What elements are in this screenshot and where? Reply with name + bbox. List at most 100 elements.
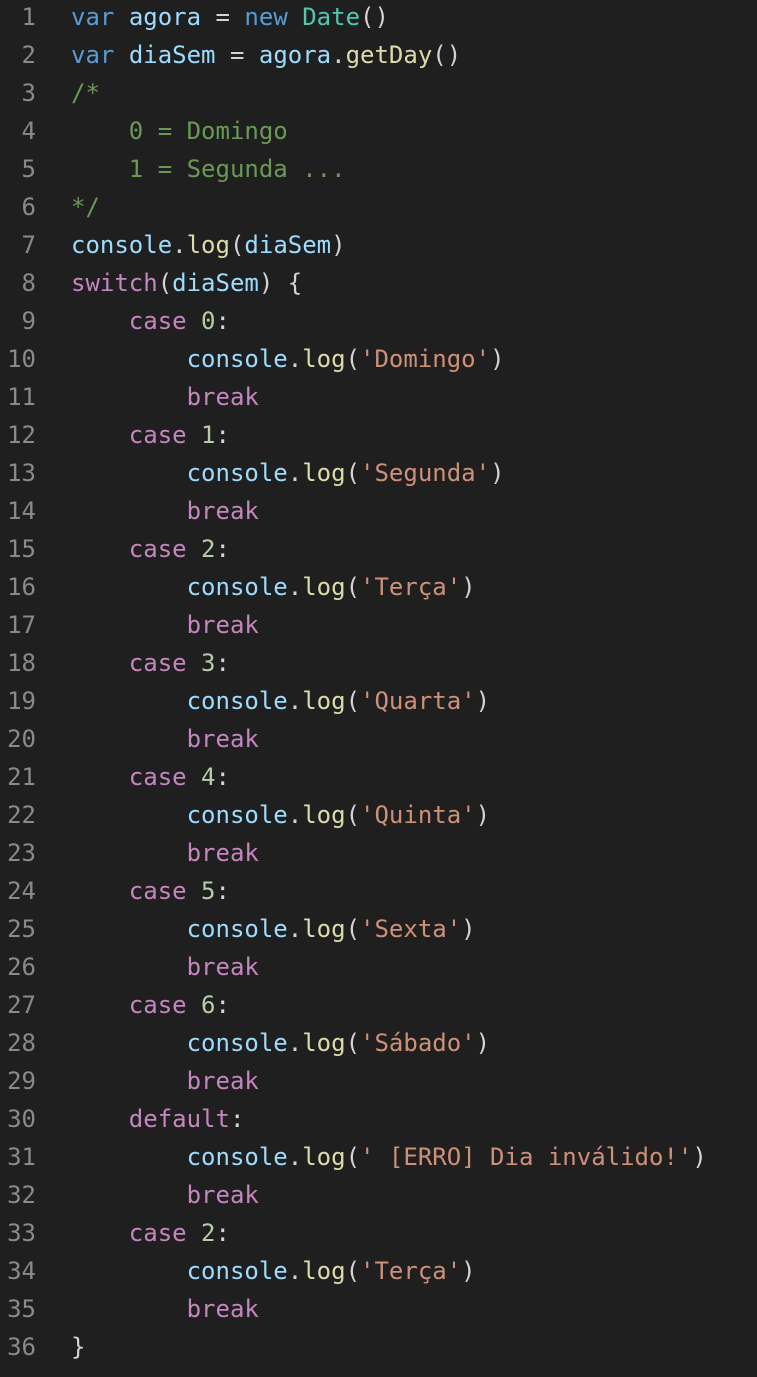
code-text[interactable]: 0 = Domingo [36,114,757,152]
code-line[interactable]: 14 break [0,494,757,532]
code-text[interactable]: /* [36,76,757,114]
code-text[interactable]: case 3: [36,646,757,684]
code-text[interactable]: case 6: [36,988,757,1026]
token-punct: : [215,991,230,1019]
code-line[interactable]: 24 case 5: [0,874,757,912]
code-line[interactable]: 30 default: [0,1102,757,1140]
token-control: case [128,421,187,449]
code-line[interactable]: 29 break [0,1064,757,1102]
code-line[interactable]: 9 case 0: [0,304,757,342]
line-number: 34 [7,1257,36,1285]
token-punct: : [215,421,230,449]
code-text[interactable]: var diaSem = agora.getDay() [36,38,757,76]
code-line[interactable]: 2 var diaSem = agora.getDay() [0,38,757,76]
code-text[interactable]: case 2: [36,532,757,570]
code-text[interactable]: console.log(' [ERRO] Dia inválido!') [36,1140,757,1178]
code-line[interactable]: 36} [0,1330,757,1368]
code-line[interactable]: 6 */ [0,190,757,228]
token-var: console [186,345,288,373]
code-line[interactable]: 15 case 2: [0,532,757,570]
code-line[interactable]: 28 console.log('Sábado') [0,1026,757,1064]
code-line[interactable]: 8 switch(diaSem) { [0,266,757,304]
token-punct: = [201,3,245,31]
code-line[interactable]: 19 console.log('Quarta') [0,684,757,722]
token-punct: ( [345,345,361,373]
line-number: 5 [21,155,36,183]
code-text[interactable]: default: [36,1102,757,1140]
code-text[interactable]: break [36,1178,757,1216]
code-line[interactable]: 10 console.log('Domingo') [0,342,757,380]
code-text[interactable]: case 1: [36,418,757,456]
code-text[interactable]: case 5: [36,874,757,912]
code-line[interactable]: 35 break [0,1292,757,1330]
code-line[interactable]: 18 case 3: [0,646,757,684]
code-line[interactable]: 4 0 = Domingo [0,114,757,152]
code-text[interactable]: break [36,1064,757,1102]
code-text[interactable]: var agora = new Date() [36,0,757,38]
code-text[interactable]: case 0: [36,304,757,342]
code-editor[interactable]: 1 var agora = new Date() 2 var diaSem = ago… [0,0,757,1377]
code-line[interactable]: 5 1 = Segunda ... [0,152,757,190]
code-text[interactable]: console.log('Quinta') [36,798,757,836]
token-punct [288,3,302,31]
code-line[interactable]: 13 console.log('Segunda') [0,456,757,494]
token-punct [71,573,187,601]
token-var: console [186,1257,288,1285]
code-line[interactable]: 3 /* [0,76,757,114]
token-punct: : [215,649,230,677]
token-punct [71,915,187,943]
token-var: console [186,687,288,715]
token-punct [71,383,187,411]
code-text[interactable]: } [36,1330,757,1368]
code-line[interactable]: 26 break [0,950,757,988]
code-line[interactable]: 7 console.log(diaSem) [0,228,757,266]
token-punct: ) [475,687,491,715]
code-line[interactable]: 23 break [0,836,757,874]
token-string: 'Sexta' [360,915,462,943]
token-punct: ) [331,231,346,259]
code-text[interactable]: console.log('Sábado') [36,1026,757,1064]
code-text[interactable]: console.log('Quarta') [36,684,757,722]
code-text[interactable]: break [36,950,757,988]
code-line[interactable]: 25 console.log('Sexta') [0,912,757,950]
token-func: log [302,915,346,943]
code-text[interactable]: break [36,836,757,874]
code-line[interactable]: 17 break [0,608,757,646]
code-text[interactable]: switch(diaSem) { [36,266,757,304]
code-text[interactable]: break [36,380,757,418]
code-line[interactable]: 27 case 6: [0,988,757,1026]
code-line[interactable]: 20 break [0,722,757,760]
code-text[interactable]: case 4: [36,760,757,798]
code-text[interactable]: break [36,722,757,760]
code-text[interactable]: console.log('Terça') [36,570,757,608]
code-text[interactable]: console.log('Terça') [36,1254,757,1292]
code-line[interactable]: 16 console.log('Terça') [0,570,757,608]
code-text[interactable]: console.log('Segunda') [36,456,757,494]
token-punct: . [287,915,303,943]
token-punct: ) { [258,269,303,297]
code-text[interactable]: case 2: [36,1216,757,1254]
code-text[interactable]: break [36,494,757,532]
code-line[interactable]: 34 console.log('Terça') [0,1254,757,1292]
token-class: Date [302,3,361,31]
code-line[interactable]: 12 case 1: [0,418,757,456]
code-text[interactable]: console.log('Sexta') [36,912,757,950]
code-line[interactable]: 31 console.log(' [ERRO] Dia inválido!') [0,1140,757,1178]
line-number: 32 [7,1181,36,1209]
code-text[interactable]: break [36,1292,757,1330]
code-text[interactable]: 1 = Segunda ... [36,152,757,190]
code-line[interactable]: 21 case 4: [0,760,757,798]
code-text[interactable]: console.log(diaSem) [36,228,757,266]
code-line[interactable]: 33 case 2: [0,1216,757,1254]
code-line[interactable]: 32 break [0,1178,757,1216]
code-line[interactable]: 11 break [0,380,757,418]
code-line[interactable]: 22 console.log('Quinta') [0,798,757,836]
code-text[interactable]: console.log('Domingo') [36,342,757,380]
code-line[interactable]: 1 var agora = new Date() [0,0,757,38]
line-number: 2 [21,41,36,69]
code-text[interactable]: break [36,608,757,646]
token-number: 1 [201,421,216,449]
token-punct: . [287,1143,303,1171]
line-number: 21 [7,763,36,791]
code-text[interactable]: */ [36,190,757,228]
